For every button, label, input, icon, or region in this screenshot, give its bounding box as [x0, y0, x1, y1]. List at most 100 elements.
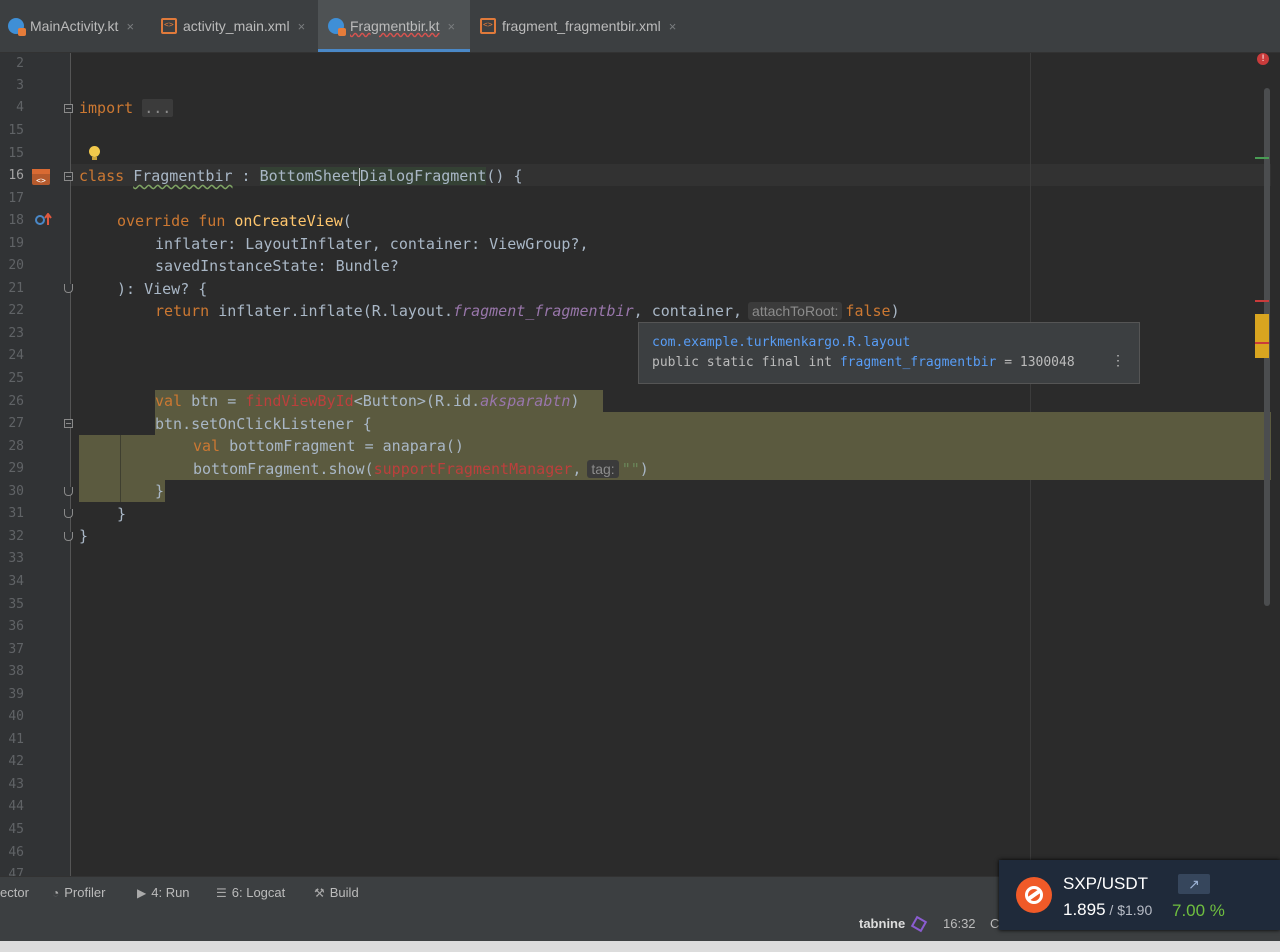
code-line-30: }	[155, 482, 165, 500]
doc-text: = 1300048	[996, 355, 1075, 370]
crypto-ticker-widget[interactable]: SXP/USDT ↗ 1.895 / $1.90 7.00 %	[999, 860, 1280, 930]
doc-text: public static final int	[652, 355, 840, 370]
toolwindow-logcat[interactable]: ☰ 6: Logcat	[216, 885, 285, 900]
code-line-18: override fun onCreateView(	[117, 210, 352, 232]
error-marker[interactable]	[1255, 342, 1269, 344]
code-token: :	[232, 167, 260, 185]
more-options-icon[interactable]: ⋮	[1111, 353, 1125, 369]
code-token: ,	[572, 460, 582, 478]
code-editor[interactable]: 2 3 4 15 15 16 17 18 19 20 21 22 23 24 2…	[0, 53, 1280, 876]
code-line-21: ): View? {	[117, 280, 208, 298]
tab-fragment-fragmentbir-xml[interactable]: fragment_fragmentbir.xml ×	[480, 0, 676, 52]
price-usd: $1.90	[1117, 902, 1153, 918]
doc-qualifier[interactable]: com.example.turkmenkargo.R.layout	[652, 335, 1139, 355]
code-token: inflater.inflate(R.layout.	[209, 302, 454, 320]
ticker-change: 7.00 %	[1172, 901, 1225, 920]
ticker-pair: SXP/USDT	[1063, 874, 1149, 893]
toolwindow-label: 6: Logcat	[231, 885, 286, 900]
tabnine-icon[interactable]	[910, 915, 928, 933]
code-line-32: }	[79, 527, 89, 545]
keyword: return	[155, 302, 210, 320]
string-literal: ""	[621, 460, 640, 478]
toolwindow-label: Profiler	[64, 885, 106, 900]
error-indicator-icon[interactable]: !	[1257, 53, 1269, 65]
close-icon[interactable]: ×	[298, 19, 306, 34]
close-icon[interactable]: ×	[126, 19, 134, 34]
parameter-hint: tag:	[587, 460, 619, 478]
code-token: )	[639, 460, 649, 478]
trend-up-icon: ↗	[1178, 874, 1210, 894]
editor-tab-bar: MainActivity.kt × activity_main.xml × Fr…	[0, 0, 1280, 53]
toolwindow-inspector[interactable]: ector	[0, 885, 29, 900]
parameter-hint: attachToRoot:	[748, 302, 843, 320]
close-icon[interactable]: ×	[669, 19, 677, 34]
toolwindow-build[interactable]: ⚒ Build	[314, 885, 359, 900]
code-line-28: val bottomFragment = anapara()	[193, 435, 464, 457]
quick-documentation-popup[interactable]: com.example.turkmenkargo.R.layout public…	[638, 322, 1140, 384]
tab-label: fragment_fragmentbir.xml	[502, 18, 661, 34]
tabnine-status[interactable]: tabnine	[859, 916, 905, 931]
kotlin-file-icon	[328, 18, 346, 36]
folded-imports[interactable]: ...	[142, 99, 174, 117]
toolwindow-profiler[interactable]: ◔ Profiler	[52, 885, 105, 900]
keyword: import	[79, 99, 134, 117]
price-value: 1.895	[1063, 900, 1106, 919]
keyword: val	[155, 392, 183, 410]
code-token: , container,	[633, 302, 743, 320]
code-line-22: return inflater.inflate(R.layout.fragmen…	[155, 300, 900, 322]
code-token: bottomFragment.show(	[193, 460, 374, 478]
code-token: )	[890, 302, 900, 320]
caret-position[interactable]: 16:32	[943, 916, 976, 931]
code-line-20: savedInstanceState: Bundle?	[155, 257, 399, 275]
doc-signature: public static final int fragment_fragmen…	[652, 355, 1139, 370]
profiler-icon: ◔	[52, 885, 60, 900]
status-item[interactable]: C	[990, 916, 999, 931]
code-line-26: val btn = findViewById<Button>(R.id.aksp…	[155, 390, 579, 412]
code-token: fragment_fragmentbir	[453, 302, 634, 320]
code-line-19: inflater: LayoutInflater, container: Vie…	[155, 235, 589, 253]
keyword: class	[79, 167, 125, 185]
tab-activity-main-xml[interactable]: activity_main.xml ×	[161, 0, 305, 52]
doc-field-link[interactable]: fragment_fragmentbir	[840, 355, 997, 370]
unresolved-reference: supportFragmentManager	[373, 460, 573, 478]
code-token: DialogFragment	[359, 167, 487, 185]
code-token: BottomSheet	[259, 167, 359, 185]
close-icon[interactable]: ×	[447, 19, 455, 34]
code-line-31: }	[117, 505, 127, 523]
keyword: override fun	[117, 212, 235, 230]
tab-label: Fragmentbir.kt	[350, 18, 440, 34]
keyword: val	[193, 437, 221, 455]
code-token: () {	[486, 167, 523, 185]
xml-file-icon	[480, 18, 496, 34]
code-token: )	[570, 392, 580, 410]
ticker-price: 1.895 / $1.90	[1063, 900, 1152, 920]
code-text: import ... class Fragmentbir : BottomShe…	[0, 53, 1270, 876]
class-name: Fragmentbir	[133, 167, 233, 185]
logcat-icon: ☰	[216, 885, 227, 900]
unresolved-reference: findViewById	[245, 392, 354, 410]
change-marker[interactable]	[1255, 157, 1269, 159]
tab-mainactivity[interactable]: MainActivity.kt ×	[8, 0, 134, 52]
code-token: btn =	[182, 392, 246, 410]
code-line-4: import ...	[79, 97, 174, 119]
code-token: <Button>(R.id.	[353, 392, 481, 410]
error-marker[interactable]	[1255, 300, 1269, 302]
toolwindow-label: ector	[0, 885, 29, 900]
code-token: bottomFragment = anapara()	[220, 437, 464, 455]
xml-file-icon	[161, 18, 177, 34]
toolwindow-label: 4: Run	[151, 885, 190, 900]
function-name: onCreateView	[234, 212, 343, 230]
kotlin-file-icon	[8, 18, 26, 36]
code-token: (	[342, 212, 352, 230]
code-line-29: bottomFragment.show(supportFragmentManag…	[193, 458, 649, 480]
taskbar-strip	[0, 941, 1280, 952]
price-separator: /	[1105, 902, 1118, 918]
code-token: aksparabtn	[480, 392, 571, 410]
keyword: false	[845, 302, 891, 320]
toolwindow-label: Build	[329, 885, 359, 900]
tab-fragmentbir[interactable]: Fragmentbir.kt ×	[318, 0, 470, 52]
warning-marker[interactable]	[1255, 314, 1269, 358]
code-line-16: class Fragmentbir : BottomSheetDialogFra…	[79, 165, 523, 187]
toolwindow-run[interactable]: ▶ 4: Run	[137, 885, 190, 900]
build-icon: ⚒	[314, 885, 325, 900]
